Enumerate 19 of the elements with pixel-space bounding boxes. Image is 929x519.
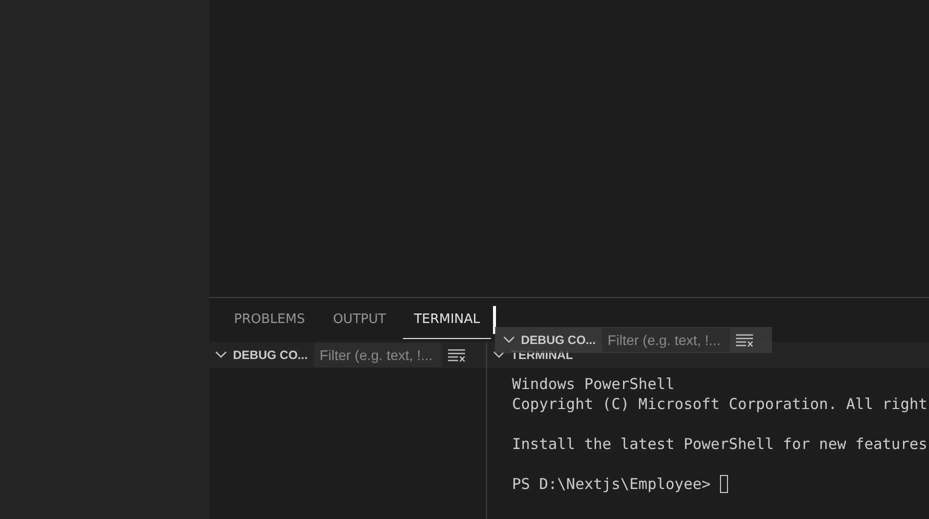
panel-tab[interactable]: TERMINAL xyxy=(402,301,492,339)
terminal-prompt: PS D:\Nextjs\Employee> xyxy=(512,474,711,494)
view-title: DEBUG CO... xyxy=(233,348,308,362)
terminal-line: Windows PowerShell xyxy=(512,374,676,394)
clear-filter-icon[interactable] xyxy=(448,348,466,362)
panel-tab[interactable]: PROBLEMS xyxy=(223,301,316,339)
terminal-line: Copyright (C) Microsoft Corporation. All right xyxy=(512,394,928,414)
view-title: TERMINAL xyxy=(511,348,573,362)
view-header[interactable]: DEBUG CO... Filter (e.g. text, !... xyxy=(209,342,486,368)
filter-field[interactable]: Filter (e.g. text, !... xyxy=(602,328,730,352)
clear-filter-icon[interactable] xyxy=(736,334,754,346)
chevron-down-icon[interactable] xyxy=(503,336,515,344)
filter-field[interactable]: Filter (e.g. text, !... xyxy=(314,343,442,367)
terminal-line: Install the latest PowerShell for new features xyxy=(512,434,928,454)
chevron-down-icon[interactable] xyxy=(493,351,505,359)
chevron-down-icon[interactable] xyxy=(215,351,227,359)
panel-tab[interactable]: OUTPUT xyxy=(322,301,397,339)
drop-indicator xyxy=(493,306,496,334)
terminal-cursor xyxy=(720,475,728,493)
